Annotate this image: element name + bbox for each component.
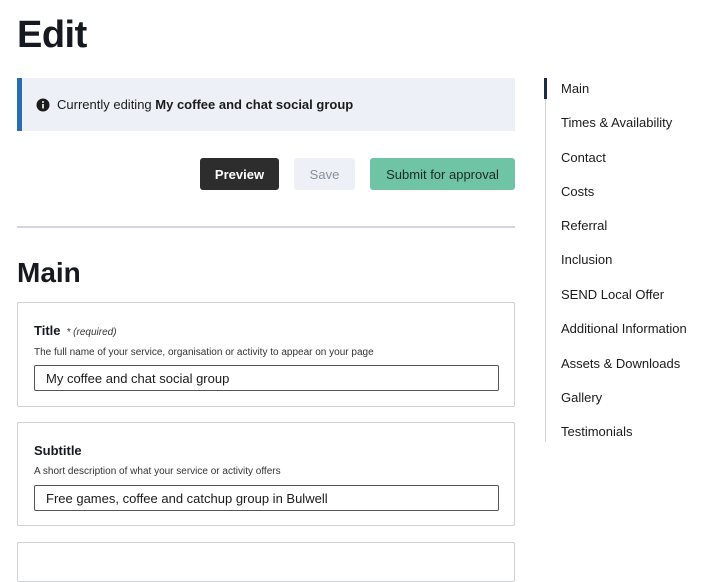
editing-notice: Currently editing My coffee and chat soc… (17, 78, 515, 131)
submit-for-approval-button[interactable]: Submit for approval (370, 158, 515, 190)
nav-item-assets-downloads[interactable]: Assets & Downloads (561, 356, 680, 371)
nav-item-main[interactable]: Main (561, 81, 589, 96)
next-field-card (17, 542, 515, 582)
notice-service-name: My coffee and chat social group (155, 97, 354, 112)
notice-prefix: Currently editing (57, 97, 156, 112)
subtitle-field-label: Subtitle (34, 443, 82, 458)
active-indicator (544, 78, 547, 99)
nav-item-testimonials[interactable]: Testimonials (561, 424, 633, 439)
title-field-label: Title * (required) (34, 323, 117, 338)
preview-button[interactable]: Preview (200, 158, 279, 190)
nav-item-send-local-offer[interactable]: SEND Local Offer (561, 287, 664, 302)
notice-text: Currently editing My coffee and chat soc… (57, 97, 353, 112)
subtitle-field-card: Subtitle A short description of what you… (17, 422, 515, 526)
nav-item-contact[interactable]: Contact (561, 150, 606, 165)
title-label-text: Title (34, 323, 61, 338)
nav-item-additional-information[interactable]: Additional Information (561, 321, 687, 336)
section-nav: Main Times & Availability Contact Costs … (544, 78, 716, 442)
subtitle-input[interactable]: Free games, coffee and catchup group in … (34, 485, 499, 511)
nav-item-gallery[interactable]: Gallery (561, 390, 602, 405)
divider (17, 226, 515, 228)
title-field-card: Title * (required) The full name of your … (17, 302, 515, 407)
nav-item-inclusion[interactable]: Inclusion (561, 252, 612, 267)
save-button[interactable]: Save (294, 158, 355, 190)
subtitle-hint: A short description of what your service… (34, 466, 281, 477)
section-title: Main (17, 257, 81, 288)
required-indicator: * (required) (66, 327, 117, 338)
nav-item-costs[interactable]: Costs (561, 184, 594, 199)
nav-item-times-availability[interactable]: Times & Availability (561, 115, 672, 130)
title-hint: The full name of your service, organisat… (34, 347, 374, 358)
title-input[interactable]: My coffee and chat social group (34, 365, 499, 391)
info-icon (36, 98, 50, 112)
page-title: Edit (17, 14, 87, 56)
nav-item-referral[interactable]: Referral (561, 218, 607, 233)
